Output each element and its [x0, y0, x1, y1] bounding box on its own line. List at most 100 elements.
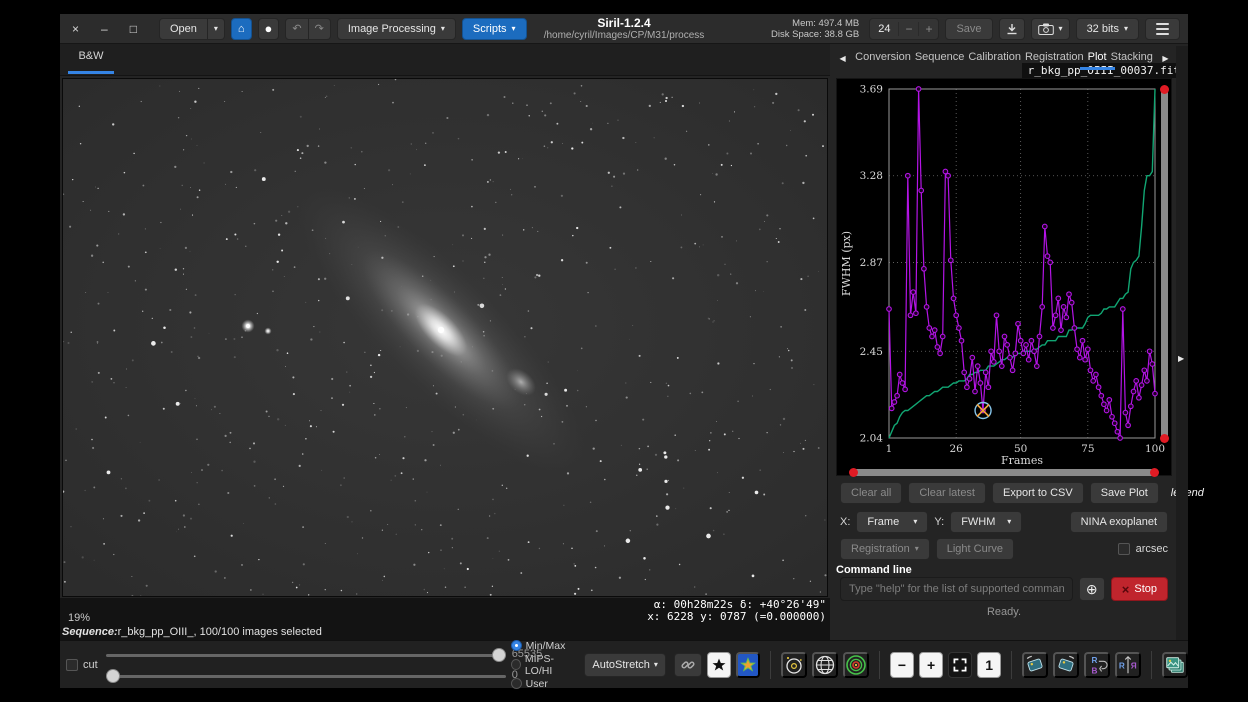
hamburger-icon — [1152, 23, 1173, 35]
svg-text:3.69: 3.69 — [860, 84, 883, 96]
tabs-scroll-right-icon[interactable]: ▶ — [1159, 54, 1172, 63]
y-axis-dropdown[interactable]: FWHM▾ — [950, 511, 1022, 533]
close-icon[interactable]: × — [72, 22, 79, 36]
zoom-in-button[interactable]: + — [919, 652, 943, 678]
low-level-slider[interactable] — [106, 669, 506, 683]
arcsec-checkbox[interactable] — [1118, 543, 1130, 555]
svg-text:B: B — [1092, 666, 1098, 675]
image-processing-menu[interactable]: Image Processing▾ — [337, 18, 456, 40]
rotate-right-button[interactable] — [1053, 652, 1079, 678]
high-slider-handle[interactable] — [492, 648, 506, 662]
tab-calibration[interactable]: Calibration — [966, 47, 1023, 70]
save-as-button[interactable] — [999, 18, 1025, 40]
snapshot-button[interactable]: ▾ — [1031, 18, 1070, 40]
x-axis-dropdown[interactable]: Frame▾ — [856, 511, 928, 533]
h-range-right-handle[interactable] — [1150, 468, 1159, 477]
panel-expander[interactable]: ▶ — [1176, 46, 1188, 640]
target-rings-icon — [845, 654, 867, 676]
cut-checkbox[interactable] — [66, 659, 78, 671]
tab-stacking[interactable]: Stacking — [1109, 47, 1155, 70]
psf-orbit-icon — [783, 654, 805, 676]
app-title: Siril-1.2.4 — [544, 16, 705, 30]
rotate-left-button[interactable] — [1022, 652, 1048, 678]
open-button[interactable]: Open — [159, 18, 208, 40]
radio-user[interactable]: User — [511, 678, 577, 690]
status-ready: Ready. — [836, 606, 1172, 618]
astrometry-button[interactable] — [812, 652, 838, 678]
svg-text:26: 26 — [949, 443, 963, 455]
thread-count-spinner[interactable]: 24 − + — [869, 18, 939, 40]
tab-plot[interactable]: Plot — [1086, 47, 1109, 70]
zoom-fit-button[interactable] — [948, 652, 972, 678]
photometry-button[interactable] — [736, 652, 760, 678]
chevron-down-icon: ▾ — [913, 518, 917, 526]
scripts-menu[interactable]: Scripts▾ — [462, 18, 527, 40]
chevron-down-icon: ▾ — [214, 25, 218, 33]
clear-all-button[interactable]: Clear all — [840, 482, 902, 504]
v-range-bottom-handle[interactable] — [1160, 434, 1169, 443]
image-canvas[interactable] — [62, 78, 828, 597]
star-detection-button[interactable] — [707, 652, 731, 678]
decrement-button[interactable]: − — [898, 22, 918, 36]
clear-latest-button[interactable]: Clear latest — [908, 482, 986, 504]
pixel-coordinates: x: 6228 y: 0787 (=0.000000) — [647, 611, 826, 623]
m31-galaxy-image — [63, 79, 827, 596]
svg-text:75: 75 — [1081, 443, 1094, 455]
chevron-down-icon: ▾ — [915, 545, 919, 553]
svg-text:100: 100 — [1145, 443, 1165, 455]
sequence-label: Sequence: — [62, 626, 118, 638]
sequence-list-button[interactable] — [1162, 652, 1188, 678]
export-csv-button[interactable]: Export to CSV — [992, 482, 1084, 504]
plot-horizontal-range-slider[interactable] — [851, 469, 1157, 476]
image-status-bar: 19% α: 00h28m22s δ: +40°26'49" x: 6228 y… — [60, 598, 830, 640]
h-range-left-handle[interactable] — [849, 468, 858, 477]
fwhm-plot-area[interactable]: 2.042.452.873.283.691265075100FramesFWHM… — [836, 78, 1172, 476]
command-line-row: ⊕ × Stop — [836, 577, 1172, 601]
save-plot-button[interactable]: Save Plot — [1090, 482, 1159, 504]
save-button[interactable]: Save — [945, 18, 992, 40]
hamburger-menu-button[interactable] — [1145, 18, 1180, 40]
preview-toggle-button[interactable]: ● — [258, 18, 280, 40]
mirror-vertical-button[interactable]: R Я — [1115, 652, 1141, 678]
bit-depth-dropdown[interactable]: 32 bits▾ — [1076, 18, 1139, 40]
disk-space-info: Disk Space: 38.8 GB — [771, 29, 859, 40]
svg-text:R: R — [1119, 661, 1125, 670]
tab-conversion[interactable]: Conversion — [853, 47, 913, 70]
tab-sequence[interactable]: Sequence — [913, 47, 967, 70]
tabs-scroll-left-icon[interactable]: ◀ — [836, 54, 849, 63]
dynamic-psf-button[interactable] — [781, 652, 807, 678]
home-button[interactable]: ⌂ — [231, 18, 252, 40]
download-icon — [1006, 23, 1018, 35]
low-slider-handle[interactable] — [106, 669, 120, 683]
plot-vertical-range-slider[interactable] — [1161, 87, 1168, 441]
link-channels-button[interactable] — [674, 653, 702, 677]
v-range-top-handle[interactable] — [1160, 85, 1169, 94]
zoom-one-button[interactable]: 1 — [977, 652, 1001, 678]
minimize-icon[interactable]: – — [101, 22, 108, 36]
open-dropdown-button[interactable]: ▾ — [208, 18, 225, 40]
command-list-button[interactable]: ⊕ — [1079, 577, 1105, 601]
tab-bw[interactable]: B&W — [68, 50, 114, 68]
light-curve-button[interactable]: Light Curve — [936, 538, 1014, 560]
redo-button[interactable]: ↷ — [309, 18, 331, 40]
chain-link-icon — [681, 658, 695, 672]
svg-text:Я: Я — [1131, 661, 1137, 670]
high-level-slider[interactable] — [106, 648, 506, 662]
nina-exoplanet-button[interactable]: NINA exoplanet — [1070, 511, 1168, 533]
command-input[interactable] — [840, 577, 1073, 601]
maximize-icon[interactable]: □ — [130, 22, 137, 36]
undo-button[interactable]: ↶ — [285, 18, 308, 40]
tab-registration[interactable]: Registration — [1023, 47, 1086, 70]
fit-window-icon — [952, 657, 968, 673]
increment-button[interactable]: + — [918, 22, 938, 36]
zoom-out-button[interactable]: − — [890, 652, 914, 678]
stop-button[interactable]: × Stop — [1111, 577, 1168, 601]
registration-dropdown[interactable]: Registration▾ — [840, 538, 930, 560]
camera-icon — [1038, 23, 1054, 35]
x-axis-label: X: — [840, 516, 850, 528]
plot-source-row: Registration▾ Light Curve arcsec — [836, 538, 1172, 560]
photometric-calibration-button[interactable] — [843, 652, 869, 678]
stretch-mode-dropdown[interactable]: AutoStretch▾ — [584, 653, 666, 677]
mirror-horizontal-button[interactable]: R B — [1084, 652, 1110, 678]
redo-icon: ↷ — [315, 22, 324, 35]
